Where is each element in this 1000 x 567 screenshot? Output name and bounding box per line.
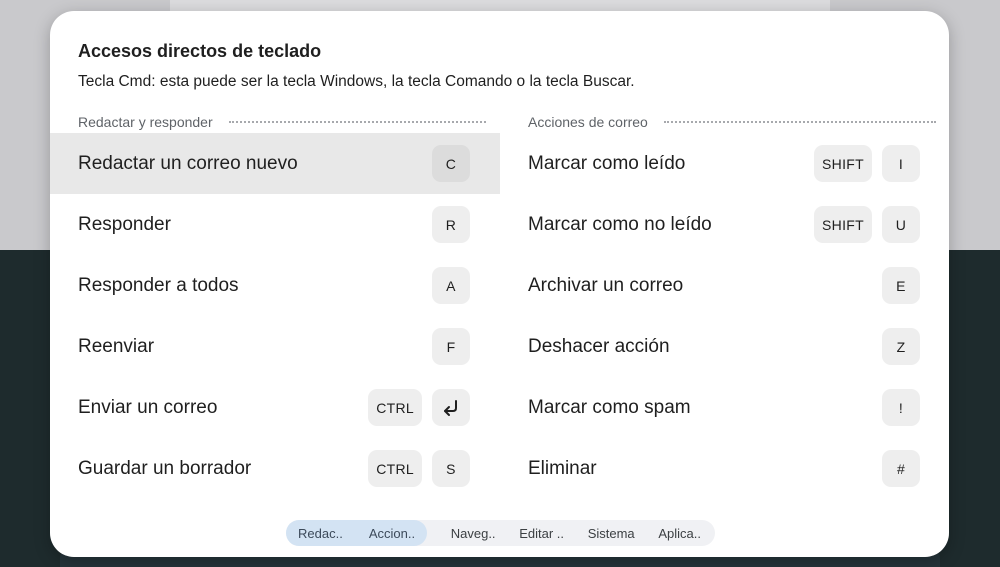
section-header-compose: Redactar y responder (50, 111, 500, 133)
section-header-mail-actions: Acciones de correo (500, 111, 949, 133)
shortcut-row-delete[interactable]: Eliminar # (500, 438, 949, 499)
shortcut-keys: # (882, 450, 920, 487)
shortcut-label: Deshacer acción (528, 335, 670, 357)
shortcut-keys: C (432, 145, 470, 182)
keyboard-shortcuts-dialog: Accesos directos de teclado Tecla Cmd: e… (50, 11, 949, 557)
tab-system[interactable]: Sistema (588, 520, 635, 546)
shortcut-keys: SHIFT U (814, 206, 920, 243)
key-cap: A (432, 267, 470, 304)
shortcut-keys: R (432, 206, 470, 243)
shortcut-column-mail-actions: Acciones de correo Marcar como leído SHI… (500, 111, 949, 499)
dialog-subtitle: Tecla Cmd: esta puede ser la tecla Windo… (78, 73, 635, 90)
shortcut-label: Marcar como leído (528, 152, 686, 174)
shortcut-label: Responder (78, 213, 171, 235)
tab-compose[interactable]: Redac.. (298, 520, 343, 546)
key-cap: CTRL (368, 450, 422, 487)
key-cap: U (882, 206, 920, 243)
shortcut-keys: ! (882, 389, 920, 426)
dialog-title: Accesos directos de teclado (78, 41, 322, 61)
shortcut-keys: SHIFT I (814, 145, 920, 182)
shortcut-row-save-draft[interactable]: Guardar un borrador CTRL S (50, 438, 500, 499)
tab-navigation[interactable]: Naveg.. (451, 520, 496, 546)
key-cap: SHIFT (814, 145, 872, 182)
shortcut-keys: Z (882, 328, 920, 365)
shortcut-label: Marcar como spam (528, 396, 691, 418)
active-tab-group: Redac.. Accion.. (286, 520, 428, 546)
shortcut-keys: E (882, 267, 920, 304)
shortcut-label: Redactar un correo nuevo (78, 152, 298, 174)
shortcut-keys: F (432, 328, 470, 365)
key-cap: SHIFT (814, 206, 872, 243)
shortcut-keys: A (432, 267, 470, 304)
key-cap: R (432, 206, 470, 243)
shortcut-row-compose-new[interactable]: Redactar un correo nuevo C (50, 133, 500, 194)
key-cap: S (432, 450, 470, 487)
shortcut-label: Enviar un correo (78, 396, 218, 418)
key-cap: C (432, 145, 470, 182)
shortcut-row-reply[interactable]: Responder R (50, 194, 500, 255)
tab-mail-actions[interactable]: Accion.. (369, 520, 415, 546)
category-tab-bar: Redac.. Accion.. Naveg.. Editar .. Siste… (286, 520, 715, 546)
shortcut-label: Guardar un borrador (78, 457, 252, 479)
section-divider (663, 121, 936, 123)
shortcut-keys: CTRL S (368, 450, 470, 487)
shortcut-label: Marcar como no leído (528, 213, 712, 235)
shortcut-row-mark-unread[interactable]: Marcar como no leído SHIFT U (500, 194, 949, 255)
shortcut-row-mark-read[interactable]: Marcar como leído SHIFT I (500, 133, 949, 194)
key-cap: Z (882, 328, 920, 365)
shortcut-row-send[interactable]: Enviar un correo CTRL (50, 377, 500, 438)
key-cap: I (882, 145, 920, 182)
shortcut-row-reply-all[interactable]: Responder a todos A (50, 255, 500, 316)
shortcut-keys: CTRL (368, 389, 470, 426)
enter-arrow-icon (432, 389, 470, 426)
tab-apps[interactable]: Aplica.. (658, 520, 701, 546)
key-cap: F (432, 328, 470, 365)
shortcut-row-undo[interactable]: Deshacer acción Z (500, 316, 949, 377)
key-cap: # (882, 450, 920, 487)
section-divider (228, 121, 486, 123)
shortcut-label: Responder a todos (78, 274, 239, 296)
shortcut-label: Archivar un correo (528, 274, 684, 296)
tab-edit[interactable]: Editar .. (519, 520, 564, 546)
shortcut-label: Reenviar (78, 335, 155, 357)
section-label: Acciones de correo (528, 114, 648, 130)
shortcut-row-spam[interactable]: Marcar como spam ! (500, 377, 949, 438)
key-cap: CTRL (368, 389, 422, 426)
section-label: Redactar y responder (78, 114, 213, 130)
shortcut-row-forward[interactable]: Reenviar F (50, 316, 500, 377)
shortcut-row-archive[interactable]: Archivar un correo E (500, 255, 949, 316)
shortcut-column-compose: Redactar y responder Redactar un correo … (50, 111, 500, 499)
shortcut-label: Eliminar (528, 457, 597, 479)
key-cap: ! (882, 389, 920, 426)
key-cap: E (882, 267, 920, 304)
